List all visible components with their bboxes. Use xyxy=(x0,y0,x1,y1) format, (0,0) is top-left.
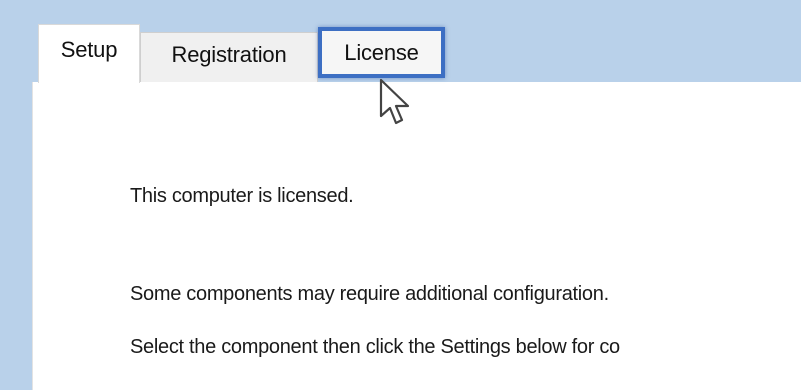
tab-license[interactable]: License xyxy=(318,27,445,78)
tab-registration[interactable]: Registration xyxy=(140,32,318,82)
license-status-text: This computer is licensed. xyxy=(130,185,354,207)
configuration-info-text: Some components may require additional c… xyxy=(130,283,609,305)
tab-setup[interactable]: Setup xyxy=(38,24,140,83)
instruction-text: Select the component then click the Sett… xyxy=(130,336,620,358)
dialog-window: Setup Registration License This computer… xyxy=(0,0,801,390)
window-left-border xyxy=(0,0,32,390)
mouse-pointer-icon xyxy=(379,78,410,125)
